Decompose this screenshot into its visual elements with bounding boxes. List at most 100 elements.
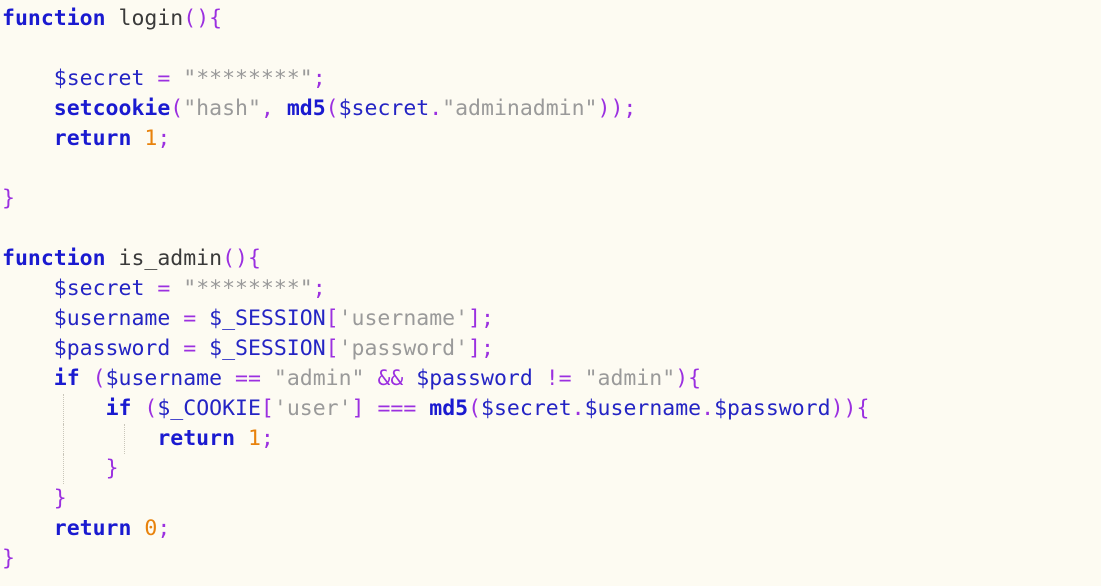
code-token-punct: . xyxy=(429,96,443,121)
code-token-str: "********" xyxy=(183,66,313,91)
indent-guide xyxy=(124,424,126,454)
code-token-punct: ]; xyxy=(468,336,494,361)
code-token-var: $_COOKIE xyxy=(157,396,261,421)
code-token-op: = xyxy=(157,66,171,91)
code-token-kw: function xyxy=(2,246,106,271)
code-token-punct: } xyxy=(2,186,15,211)
code-line: function is_admin(){ xyxy=(0,244,1101,274)
code-token-punct: } xyxy=(105,456,119,481)
code-line: setcookie("hash", md5($secret."adminadmi… xyxy=(0,94,1101,124)
code-token-punct: ; xyxy=(157,516,171,541)
code-token-str: "admin" xyxy=(584,366,676,391)
code-token-punct: } xyxy=(53,486,67,511)
code-token-punct: [ xyxy=(260,396,274,421)
code-token-op: === xyxy=(377,396,417,421)
code-token-var: $secret xyxy=(53,276,145,301)
code-token-punct: ( xyxy=(468,396,482,421)
code-token-op: && xyxy=(377,366,404,391)
code-viewer[interactable]: function login(){ $secret = "********"; … xyxy=(0,0,1101,586)
code-token-punct: , xyxy=(260,96,274,121)
code-token-var: $secret xyxy=(53,66,145,91)
code-line: } xyxy=(0,484,1101,514)
code-token-var: $_SESSION xyxy=(209,306,326,331)
code-token-str: 'username' xyxy=(338,306,469,331)
code-token-kw: if xyxy=(105,396,132,421)
code-token-punct: ; xyxy=(260,426,274,451)
code-token-punct: . xyxy=(571,396,585,421)
code-line: return 0; xyxy=(0,514,1101,544)
code-token-fn: md5 xyxy=(286,96,326,121)
code-token-punct: [ xyxy=(325,336,339,361)
code-line: } xyxy=(0,454,1101,484)
code-token-str: "adminadmin" xyxy=(442,96,598,121)
code-token-var: $username xyxy=(105,366,223,391)
code-token-punct: . xyxy=(701,396,715,421)
code-token-var: $secret xyxy=(338,96,430,121)
code-token-num: 1 xyxy=(144,126,158,151)
code-line: $secret = "********"; xyxy=(0,274,1101,304)
code-token-punct: (){ xyxy=(183,6,223,31)
code-line: return 1; xyxy=(0,124,1101,154)
code-token-op: = xyxy=(157,276,171,301)
code-token-str: "********" xyxy=(183,276,313,301)
code-token-var: $password xyxy=(53,336,171,361)
code-token-str: "hash" xyxy=(183,96,261,121)
code-token-kw: return xyxy=(53,516,132,541)
code-token-punct: ] xyxy=(351,396,365,421)
code-line: function login(){ xyxy=(0,4,1101,34)
code-line: return 1; xyxy=(0,424,1101,454)
code-token-kw: if xyxy=(53,366,80,391)
code-token-punct: ( xyxy=(144,396,158,421)
code-token-punct: ){ xyxy=(675,366,702,391)
code-line: $username = $_SESSION['username']; xyxy=(0,304,1101,334)
code-token-var: $username xyxy=(53,306,171,331)
code-token-ident: is_admin xyxy=(118,246,223,271)
code-line: $secret = "********"; xyxy=(0,64,1101,94)
code-token-punct: ; xyxy=(312,276,326,301)
code-token-punct: } xyxy=(2,546,15,571)
code-token-punct: ( xyxy=(170,96,184,121)
code-token-ident: login xyxy=(118,6,184,31)
indent-guide xyxy=(63,454,65,484)
code-token-op: == xyxy=(235,366,261,391)
code-line: } xyxy=(0,544,1101,574)
code-token-var: $password xyxy=(714,396,831,421)
code-line: $password = $_SESSION['password']; xyxy=(0,334,1101,364)
code-line: } xyxy=(0,184,1101,214)
code-token-op: != xyxy=(545,366,572,391)
code-token-punct: ]; xyxy=(468,306,494,331)
code-token-punct: ; xyxy=(157,126,171,151)
code-token-num: 0 xyxy=(144,516,158,541)
code-token-punct: (){ xyxy=(222,246,261,271)
code-token-fn: setcookie xyxy=(53,96,171,121)
code-token-var: $_SESSION xyxy=(209,336,326,361)
